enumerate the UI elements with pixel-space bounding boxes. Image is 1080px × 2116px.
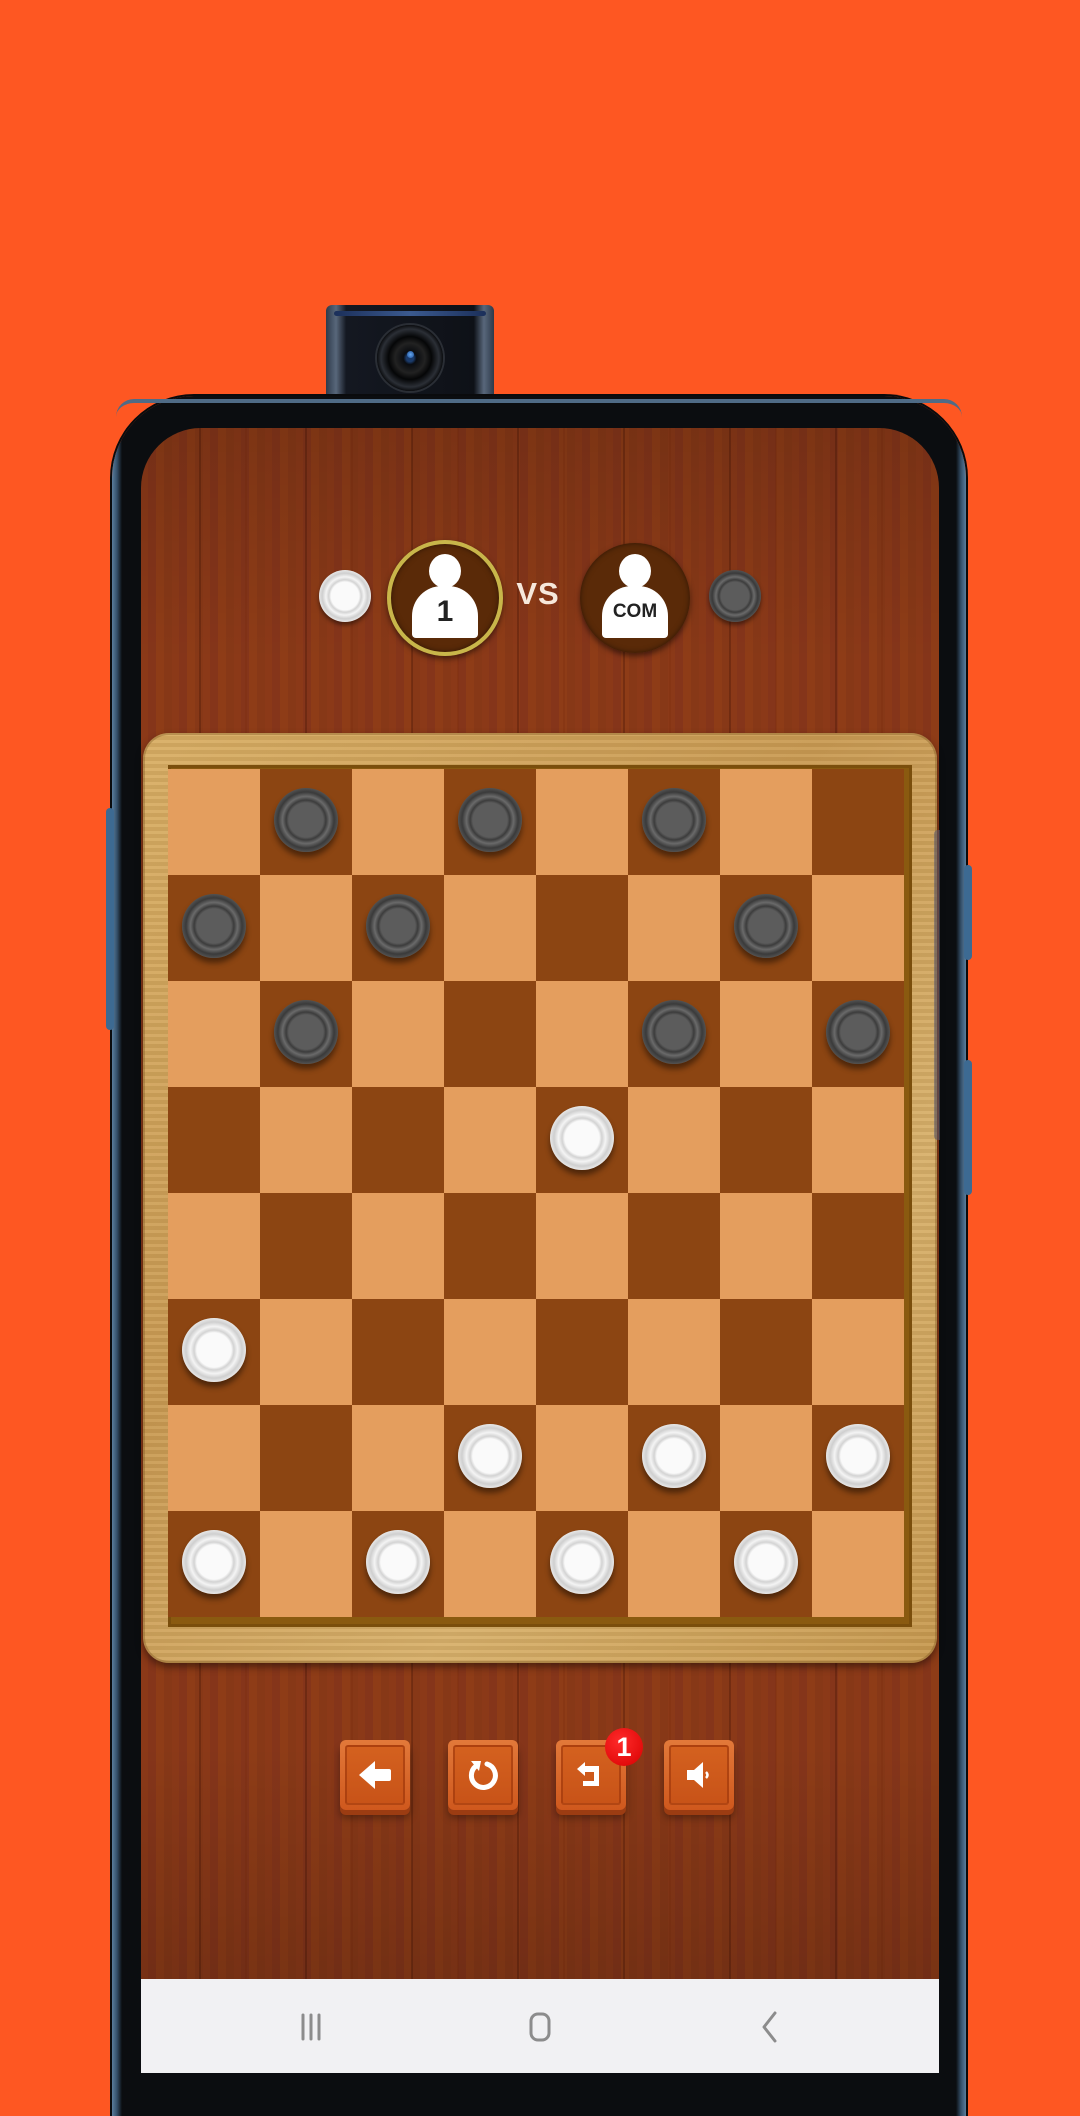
board-square[interactable] (628, 875, 720, 981)
white-checker-piece[interactable] (458, 1424, 522, 1488)
popup-camera (326, 305, 494, 401)
white-checker-piece[interactable] (734, 1530, 798, 1594)
board-square[interactable] (444, 1087, 536, 1193)
board-square[interactable] (260, 1087, 352, 1193)
black-checker-piece[interactable] (642, 1000, 706, 1064)
white-checker-piece[interactable] (550, 1106, 614, 1170)
board-square[interactable] (444, 1299, 536, 1405)
edge-panel-handle[interactable] (934, 830, 940, 1140)
black-checker-piece[interactable] (182, 894, 246, 958)
board-square[interactable] (536, 1299, 628, 1405)
board-square[interactable] (352, 1193, 444, 1299)
person-icon: 1 (412, 554, 478, 638)
white-checker-piece[interactable] (642, 1424, 706, 1488)
black-checker-piece[interactable] (274, 788, 338, 852)
player1-avatar: 1 (387, 540, 503, 656)
board-square[interactable] (352, 1087, 444, 1193)
board-square[interactable] (352, 981, 444, 1087)
volume-button (106, 808, 114, 1030)
board-square[interactable] (536, 1193, 628, 1299)
board-square[interactable] (168, 1193, 260, 1299)
vs-label: VS (516, 576, 560, 611)
board-square[interactable] (812, 1511, 904, 1617)
white-checker-piece[interactable] (550, 1530, 614, 1594)
recent-apps-button[interactable] (281, 2005, 341, 2049)
board-square[interactable] (812, 1193, 904, 1299)
board-square[interactable] (444, 875, 536, 981)
back-icon (762, 2011, 777, 2043)
undo-count-badge: 1 (605, 1728, 643, 1766)
board-square[interactable] (812, 769, 904, 875)
board-square[interactable] (352, 769, 444, 875)
white-checker-piece[interactable] (182, 1318, 246, 1382)
player2-avatar: COM (580, 543, 690, 653)
checkers-board[interactable] (168, 765, 912, 1627)
board-square[interactable] (720, 1193, 812, 1299)
board-square[interactable] (260, 875, 352, 981)
board-square[interactable] (444, 1511, 536, 1617)
black-checker-piece[interactable] (274, 1000, 338, 1064)
white-checker-piece[interactable] (182, 1530, 246, 1594)
person-icon: COM (602, 554, 668, 638)
side-button (964, 1060, 972, 1195)
board-square[interactable] (168, 769, 260, 875)
back-button[interactable] (340, 1740, 410, 1810)
board-square[interactable] (260, 1405, 352, 1511)
board-square[interactable] (536, 1405, 628, 1511)
board-square[interactable] (628, 1193, 720, 1299)
board-square[interactable] (536, 769, 628, 875)
black-checker-piece[interactable] (366, 894, 430, 958)
sound-button[interactable] (664, 1740, 734, 1810)
board-square[interactable] (168, 1405, 260, 1511)
board-square[interactable] (444, 981, 536, 1087)
board-square[interactable] (260, 1193, 352, 1299)
board-square[interactable] (260, 1299, 352, 1405)
black-checker-piece[interactable] (734, 894, 798, 958)
board-square[interactable] (260, 1511, 352, 1617)
player1-piece-icon (319, 570, 371, 622)
white-checker-piece[interactable] (366, 1530, 430, 1594)
speaker-icon (687, 1762, 709, 1788)
player2-label: COM (602, 586, 668, 638)
player2-piece-icon (709, 570, 761, 622)
board-square[interactable] (352, 1299, 444, 1405)
board-square[interactable] (720, 1299, 812, 1405)
arrow-left-icon (359, 1761, 391, 1789)
board-square[interactable] (536, 875, 628, 981)
home-icon (529, 2012, 551, 2042)
undo-icon (577, 1762, 599, 1786)
home-button[interactable] (510, 2005, 570, 2049)
player1-label: 1 (412, 586, 478, 638)
board-square[interactable] (536, 981, 628, 1087)
restart-button[interactable] (448, 1740, 518, 1810)
board-square[interactable] (628, 1511, 720, 1617)
board-square[interactable] (720, 1087, 812, 1193)
system-navigation-bar (141, 1979, 939, 2073)
recent-apps-icon (301, 2013, 321, 2041)
camera-lens (377, 325, 443, 391)
board-square[interactable] (628, 1087, 720, 1193)
board-square[interactable] (812, 1299, 904, 1405)
board-square[interactable] (720, 1405, 812, 1511)
board-square[interactable] (352, 1405, 444, 1511)
board-square[interactable] (628, 1299, 720, 1405)
nav-back-button[interactable] (739, 2005, 799, 2049)
white-checker-piece[interactable] (826, 1424, 890, 1488)
power-button (964, 865, 972, 960)
black-checker-piece[interactable] (458, 788, 522, 852)
board-square[interactable] (812, 875, 904, 981)
refresh-icon (468, 1761, 498, 1790)
board-square[interactable] (444, 1193, 536, 1299)
board-square[interactable] (812, 1087, 904, 1193)
board-square[interactable] (168, 981, 260, 1087)
black-checker-piece[interactable] (642, 788, 706, 852)
board-square[interactable] (720, 769, 812, 875)
board-square[interactable] (168, 1087, 260, 1193)
board-square[interactable] (720, 981, 812, 1087)
black-checker-piece[interactable] (826, 1000, 890, 1064)
